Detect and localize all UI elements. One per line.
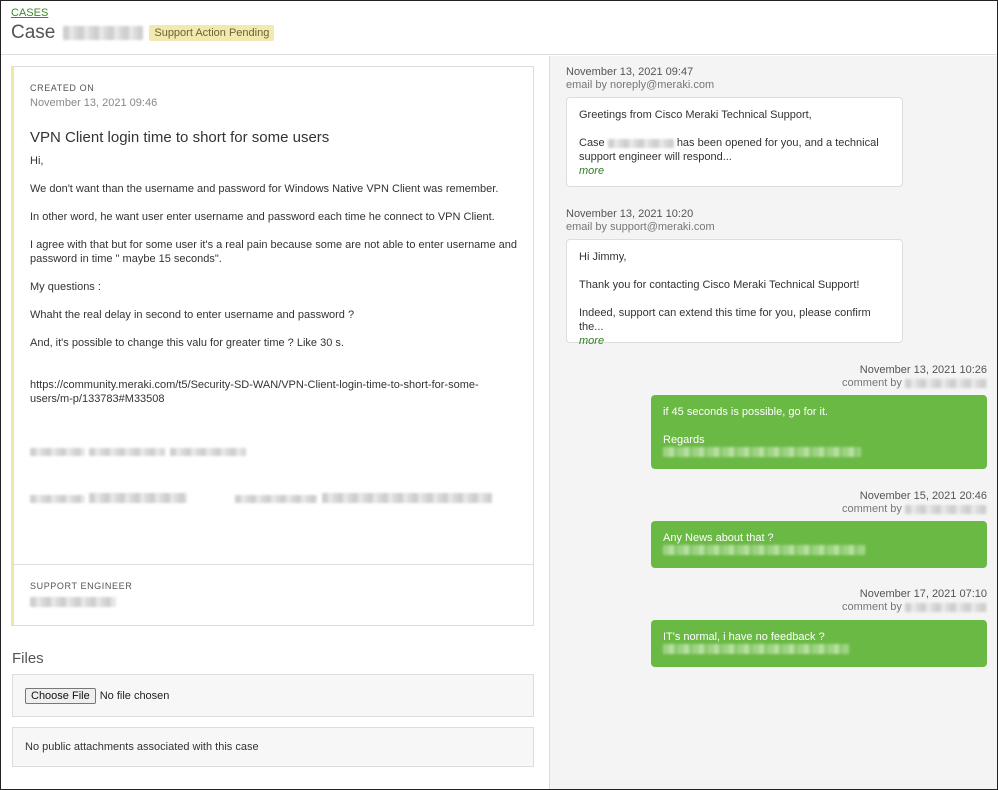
message-byline: email by support@meraki.com [566,221,715,233]
redacted-text [235,495,318,503]
comment-line: if 45 seconds is possible, go for it. [663,406,829,418]
description-line: In other word, he want user enter userna… [30,211,495,223]
case-description: Hi, We don't want than the username and … [30,154,520,406]
comment-bubble: IT's normal, i have no feedback ? [651,620,987,667]
message-line: Greetings from Cisco Meraki Technical Su… [579,109,812,121]
signature-redacted [663,644,849,654]
redacted-text [321,493,492,503]
message-datetime: November 13, 2021 10:20 [566,208,694,220]
case-details-panel: CREATED ON November 13, 2021 09:46 VPN C… [1,56,549,789]
redacted-text [30,448,85,456]
redacted-text [89,448,166,456]
contact-redacted [30,487,520,508]
comment-datetime: November 17, 2021 07:10 [859,588,987,600]
page-header: CASES Case Support Action Pending [1,1,997,55]
comment-meta: November 15, 2021 20:46 comment by [687,490,987,515]
created-on-value: November 13, 2021 09:46 [30,97,158,109]
commenter-redacted [905,378,987,388]
comment-byline: comment by [687,377,987,389]
page-title: Case Support Action Pending [11,22,275,44]
message-datetime: November 13, 2021 09:47 [566,66,694,78]
choose-file-button[interactable]: Choose File [25,687,96,704]
case-title-prefix: Case [11,22,56,43]
comment-by-label: comment by [842,503,902,515]
signature-redacted [663,545,865,555]
comment-meta: November 17, 2021 07:10 comment by [687,588,987,613]
status-badge: Support Action Pending [149,25,275,41]
case-body: CREATED ON November 13, 2021 09:46 VPN C… [30,83,520,508]
support-engineer-section: SUPPORT ENGINEER [14,564,534,626]
description-link: https://community.meraki.com/t5/Security… [30,379,479,405]
comment-line: IT's normal, i have no feedback ? [663,631,825,643]
signature-redacted [663,447,861,457]
signature-redacted [30,442,520,461]
message-case-word: Case [579,137,605,149]
comment-meta: November 13, 2021 10:26 comment by [687,364,987,389]
redacted-text [89,493,188,503]
case-number-redacted [63,26,144,40]
commenter-redacted [905,602,987,612]
message-line: Hi Jimmy, [579,251,627,263]
comment-line: Any News about that ? [663,532,774,544]
support-engineer-label: SUPPORT ENGINEER [30,581,133,591]
comment-byline: comment by [687,503,987,515]
message-byline: email by noreply@meraki.com [566,79,715,91]
more-link[interactable]: more [579,334,890,348]
no-file-chosen-text: No file chosen [99,689,170,702]
created-on-label: CREATED ON [30,83,95,93]
comment-by-label: comment by [842,601,902,613]
redacted-text [169,448,246,456]
comment-line: Regards [663,434,705,446]
no-attachments-text: No public attachments associated with th… [25,741,259,753]
breadcrumb-cases-link[interactable]: CASES [11,7,48,19]
more-link[interactable]: more [579,164,890,178]
message-line: Indeed, support can extend this time for… [579,307,871,333]
comment-bubble: Any News about that ? [651,521,987,568]
redacted-text [30,495,85,503]
description-line: My questions : [30,281,101,293]
files-heading: Files [12,650,44,667]
comment-bubble: if 45 seconds is possible, go for it. Re… [651,395,987,469]
commenter-redacted [905,504,987,514]
comment-byline: comment by [687,601,987,613]
comment-datetime: November 13, 2021 10:26 [859,364,987,376]
description-line: Hi, [30,155,44,167]
email-message-bubble: Hi Jimmy, Thank you for contacting Cisco… [566,239,903,347]
message-meta: November 13, 2021 10:20 email by support… [566,208,715,233]
description-line: And, it's possible to change this valu f… [30,337,344,349]
support-engineer-name-redacted [30,597,116,607]
case-subject: VPN Client login time to short for some … [30,129,330,146]
message-line: Case has been opened for you, and a tech… [579,136,890,164]
description-line: Whaht the real delay in second to enter … [30,309,355,321]
email-message-bubble: Greetings from Cisco Meraki Technical Su… [566,97,903,187]
description-line: We don't want than the username and pass… [30,183,499,195]
comment-datetime: November 15, 2021 20:46 [859,490,987,502]
case-page: CASES Case Support Action Pending CREATE… [0,0,998,790]
case-details-card: CREATED ON November 13, 2021 09:46 VPN C… [11,66,534,626]
file-upload-box: Choose File No file chosen [12,674,534,717]
case-number-redacted [607,138,674,148]
attachments-box: No public attachments associated with th… [12,727,534,767]
case-timeline: November 13, 2021 09:47 email by noreply… [549,56,997,789]
description-line: I agree with that but for some user it's… [30,239,517,265]
message-line: Thank you for contacting Cisco Meraki Te… [579,279,860,291]
comment-by-label: comment by [842,377,902,389]
message-meta: November 13, 2021 09:47 email by noreply… [566,66,714,91]
